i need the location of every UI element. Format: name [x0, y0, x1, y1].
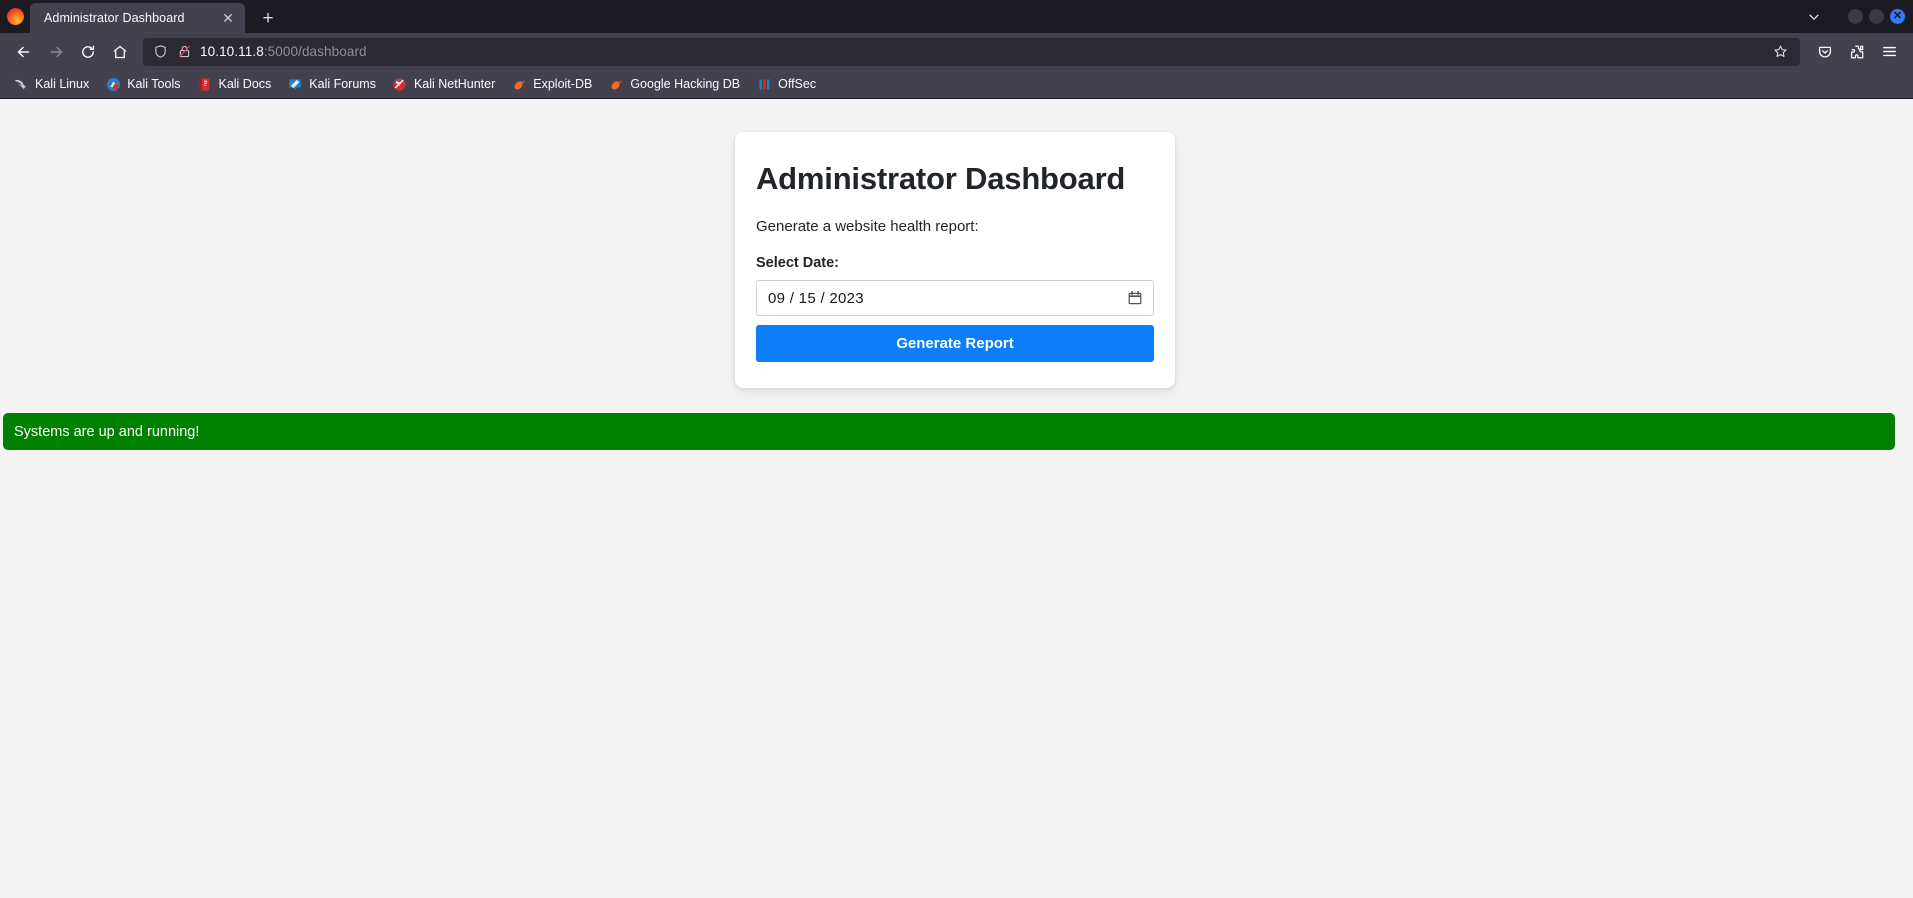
forward-arrow-icon[interactable]	[41, 37, 71, 66]
new-tab-button[interactable]: +	[253, 3, 283, 33]
date-field-label: Select Date:	[756, 255, 840, 272]
bookmark-google-hacking-db[interactable]: Google Hacking DB	[601, 73, 747, 95]
url-host: 10.10.11.8	[200, 44, 264, 59]
minimize-button[interactable]	[1848, 9, 1863, 24]
shield-icon[interactable]	[153, 44, 168, 59]
kali-tools-icon	[105, 76, 121, 92]
kali-dragon-icon	[13, 76, 29, 92]
home-icon[interactable]	[105, 37, 135, 66]
pocket-icon[interactable]	[1810, 37, 1840, 66]
lock-crossed-icon[interactable]	[177, 44, 192, 59]
bookmark-kali-linux[interactable]: Kali Linux	[6, 73, 96, 95]
firefox-logo-icon	[0, 0, 30, 33]
bookmark-kali-nethunter[interactable]: Kali NetHunter	[385, 73, 502, 95]
kali-nethunter-icon	[392, 76, 408, 92]
url-text[interactable]: 10.10.11.8:5000/dashboard	[200, 44, 1758, 59]
page-title: Administrator Dashboard	[756, 161, 1126, 196]
bookmarks-bar: Kali Linux Kali Tools Kali Docs Kali For…	[0, 70, 1913, 99]
bookmark-label: Kali Forums	[309, 77, 376, 91]
bookmark-kali-forums[interactable]: Kali Forums	[280, 73, 383, 95]
hamburger-menu-icon[interactable]	[1874, 37, 1904, 66]
star-icon[interactable]	[1766, 39, 1794, 65]
bookmark-kali-docs[interactable]: Kali Docs	[189, 73, 278, 95]
extensions-puzzle-icon[interactable]	[1842, 37, 1872, 66]
kali-docs-icon	[196, 76, 212, 92]
bookmark-kali-tools[interactable]: Kali Tools	[98, 73, 187, 95]
back-arrow-icon[interactable]	[9, 37, 39, 66]
page-viewport: Administrator Dashboard Generate a websi…	[0, 99, 1913, 898]
maximize-button[interactable]	[1869, 9, 1884, 24]
bookmark-exploit-db[interactable]: Exploit-DB	[504, 73, 599, 95]
chevron-down-icon[interactable]	[1798, 3, 1830, 31]
calendar-icon[interactable]	[1126, 289, 1144, 307]
toolbar-actions	[1810, 37, 1904, 66]
bookmark-label: Google Hacking DB	[630, 77, 741, 91]
kali-forums-icon	[287, 76, 303, 92]
page-description: Generate a website health report:	[756, 218, 979, 236]
bookmark-label: Exploit-DB	[533, 77, 593, 91]
window-controls: ✕	[1798, 0, 1905, 33]
bookmark-label: OffSec	[778, 77, 817, 91]
bookmark-label: Kali Tools	[127, 77, 181, 91]
tab-administrator-dashboard[interactable]: Administrator Dashboard ✕	[30, 3, 245, 33]
exploit-db-icon	[511, 76, 527, 92]
url-path: :5000/dashboard	[263, 44, 367, 59]
status-banner: Systems are up and running!	[3, 413, 1895, 450]
tab-strip: Administrator Dashboard ✕ +	[30, 0, 283, 33]
close-icon[interactable]: ✕	[217, 7, 239, 29]
bookmark-offsec[interactable]: OffSec	[749, 73, 823, 95]
navigation-toolbar: 10.10.11.8:5000/dashboard	[0, 33, 1913, 70]
url-bar-icons	[153, 44, 192, 59]
generate-report-button[interactable]: Generate Report	[756, 325, 1154, 363]
reload-icon[interactable]	[73, 37, 103, 66]
browser-window: Administrator Dashboard ✕ + ✕ 10.10.11.8…	[0, 0, 1913, 898]
date-input[interactable]: 09 / 15 / 2023	[756, 280, 1154, 317]
url-bar[interactable]: 10.10.11.8:5000/dashboard	[143, 37, 1800, 66]
tab-title: Administrator Dashboard	[44, 11, 185, 25]
close-window-button[interactable]: ✕	[1890, 9, 1905, 24]
status-message: Systems are up and running!	[14, 423, 200, 440]
bookmark-label: Kali NetHunter	[413, 77, 496, 91]
bookmark-label: Kali Docs	[218, 77, 272, 91]
google-hacking-db-icon	[608, 76, 624, 92]
offsec-icon	[756, 76, 772, 92]
date-input-value[interactable]: 09 / 15 / 2023	[768, 290, 1126, 307]
bookmark-label: Kali Linux	[35, 77, 90, 91]
title-bar: Administrator Dashboard ✕ + ✕	[0, 0, 1913, 33]
dashboard-card: Administrator Dashboard Generate a websi…	[735, 132, 1175, 389]
